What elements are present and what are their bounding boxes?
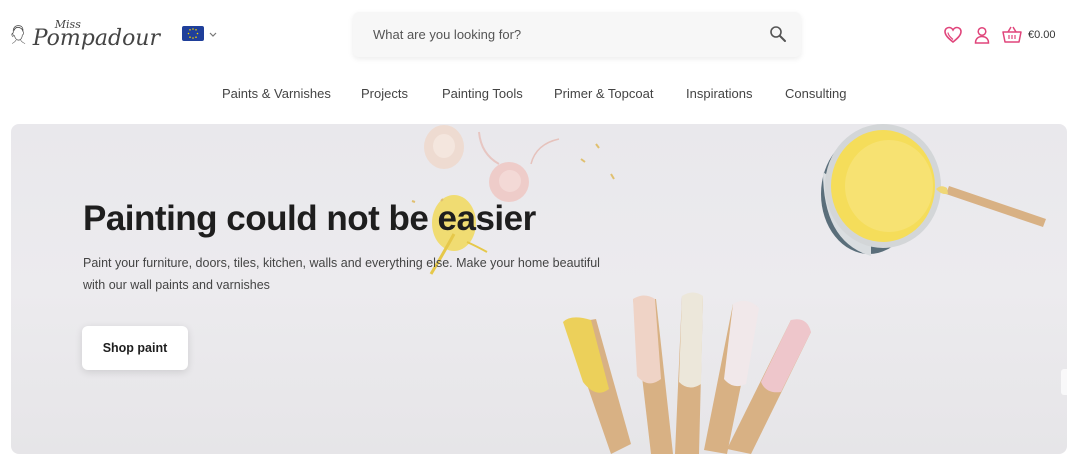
slider-next-handle[interactable]: [1061, 369, 1067, 395]
language-selector[interactable]: [182, 26, 218, 41]
logo-portrait-icon: [11, 25, 26, 44]
basket-icon: [1002, 26, 1022, 43]
cart-button[interactable]: €0.00: [1002, 26, 1056, 44]
cart-total: €0.00: [1028, 29, 1056, 41]
logo-wordmark: Miss Pompadour: [33, 19, 160, 50]
user-icon[interactable]: [973, 26, 991, 44]
nav-item-consulting[interactable]: Consulting: [785, 86, 846, 101]
search-icon[interactable]: [769, 25, 787, 43]
site-header: Miss Pompadour What are you looking for?…: [0, 0, 1080, 115]
eu-flag-icon: [182, 26, 204, 41]
logo-big-text: Pompadour: [32, 25, 160, 51]
nav-item-projects[interactable]: Projects: [361, 86, 408, 101]
hero-banner: Painting could not be easier Paint your …: [11, 124, 1067, 454]
header-actions: €0.00: [944, 26, 1056, 44]
main-navigation: Paints & Varnishes Projects Painting Too…: [0, 86, 1080, 104]
nav-item-painting-tools[interactable]: Painting Tools: [442, 86, 523, 101]
nav-item-inspirations[interactable]: Inspirations: [686, 86, 752, 101]
brand-logo[interactable]: Miss Pompadour: [10, 12, 160, 56]
search-input[interactable]: [373, 27, 733, 42]
hero-title: Painting could not be easier: [83, 199, 536, 238]
heart-icon[interactable]: [944, 26, 962, 44]
shop-paint-button[interactable]: Shop paint: [82, 326, 188, 370]
hero-subtitle: Paint your furniture, doors, tiles, kitc…: [83, 256, 600, 292]
chevron-down-icon: [209, 32, 217, 37]
nav-item-primer-topcoat[interactable]: Primer & Topcoat: [554, 86, 653, 101]
nav-item-paints-varnishes[interactable]: Paints & Varnishes: [222, 86, 331, 101]
search-bar: [353, 12, 801, 57]
